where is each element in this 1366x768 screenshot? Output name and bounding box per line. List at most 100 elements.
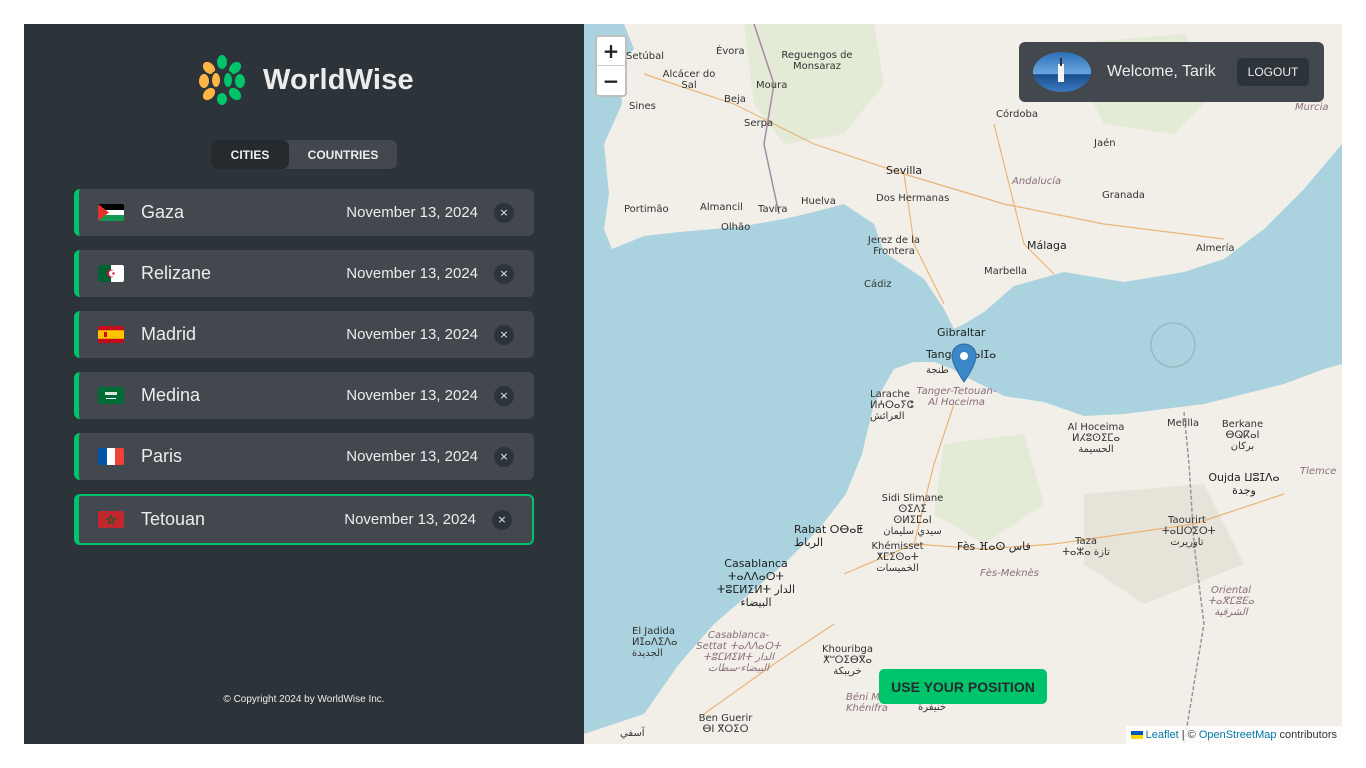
map-label: Taourirt ⵜⴰⵡⵔⵉⵔⵜ تاوريرت [1162, 515, 1216, 548]
france-flag-icon [98, 448, 124, 465]
algeria-flag-icon [98, 265, 124, 282]
map-label: Beja [724, 94, 746, 105]
map-label: Berkane ⴱⵕⴽⴰⵏ بركان [1221, 419, 1264, 452]
map[interactable]: + − Setúbal Alcácer do Sal Évora Regueng… [584, 24, 1342, 744]
delete-city-button[interactable]: × [492, 509, 512, 530]
osm-link[interactable]: OpenStreetMap [1199, 729, 1277, 741]
map-label: Almería [1196, 243, 1235, 254]
map-label: Jerez de la Frontera [867, 235, 921, 257]
map-label: Casablanca-Settat ⵜⴰⴷⴷⴰⵔⵜ ⵜⵓⵎⵍⵉⵍⵜ الدار … [696, 630, 781, 674]
map-label: El Jadida ⵍⵊⴰⴷⵉⴷⴰ الجديدة [632, 626, 678, 659]
map-label: Olhão [721, 222, 751, 233]
delete-city-button[interactable]: × [494, 385, 514, 406]
city-date: November 13, 2024 [346, 326, 478, 343]
worldwise-logo-icon [196, 53, 248, 107]
map-label: Al Hoceima ⵍⵃⵓⵙⵉⵎⴰ الحسيمة [1067, 422, 1125, 455]
map-marker-icon[interactable] [951, 343, 977, 383]
map-label: Ben Guerir ⴱⵏ ⴳⵔⵉⵔ [698, 713, 753, 735]
map-label: Tlemce [1300, 466, 1337, 477]
map-label: Portimão [624, 204, 669, 215]
city-name: Gaza [141, 202, 185, 222]
zoom-out-button[interactable]: − [597, 66, 625, 95]
attribution-separator: | © [1178, 729, 1199, 741]
city-list: Gaza November 13, 2024 × Relizane Novemb… [74, 189, 534, 559]
city-date: November 13, 2024 [346, 204, 478, 221]
map-label: Almancil [700, 202, 743, 213]
map-label: آسفي [620, 728, 645, 739]
map-label: Murcia [1295, 102, 1329, 113]
map-label: Alcácer do Sal [662, 69, 716, 91]
tab-cities[interactable]: CITIES [211, 140, 289, 169]
map-label: Sevilla [886, 164, 923, 177]
map-label: Oujda ⵡⵓⵊⴷⴰ وجدة [1208, 471, 1280, 497]
map-label: Taza ⵜⴰⵣⴰ تازة [1062, 536, 1110, 558]
city-name: Madrid [141, 324, 197, 344]
sidebar: WorldWise CITIES COUNTRIES Gaza November… [24, 24, 584, 744]
logout-button[interactable]: LOGOUT [1237, 58, 1309, 86]
spain-flag-icon [98, 326, 124, 343]
map-label: Córdoba [996, 109, 1038, 120]
map-label: Serpa [744, 118, 774, 129]
avatar [1033, 52, 1091, 92]
city-date: November 13, 2024 [344, 511, 476, 528]
delete-city-button[interactable]: × [494, 446, 514, 467]
map-label: Khémisset ⵅⵎⵉⵙⴰⵜ الخميسات [871, 541, 924, 574]
map-label: Oriental ⵜⴰⴳⵎⵓⴹⴰ الشرقية [1207, 585, 1255, 618]
city-item-tetouan[interactable]: Tetouan November 13, 2024 × [74, 494, 534, 545]
map-label: Setúbal [626, 51, 665, 62]
map-attribution: Leaflet | © OpenStreetMap contributors [1125, 726, 1342, 744]
delete-city-button[interactable]: × [494, 263, 514, 284]
map-label: Fès-Meknès [980, 568, 1039, 579]
logo[interactable]: WorldWise [195, 53, 414, 107]
app: WorldWise CITIES COUNTRIES Gaza November… [24, 24, 1342, 744]
saudi-flag-icon [98, 387, 124, 404]
map-label: Jaén [1094, 138, 1116, 149]
map-label: Casablanca ⵜⴰⴷⴷⴰⵔⵜ ⵜⵓⵎⵍⵉⵍⵜ الدار البيضاء [716, 557, 796, 609]
welcome-text: Welcome, Tarik [1107, 63, 1216, 80]
map-label: Melilla [1167, 418, 1200, 429]
delete-city-button[interactable]: × [494, 202, 514, 223]
map-label: Moura [756, 80, 788, 91]
tab-bar: CITIES COUNTRIES [211, 140, 397, 169]
city-name: Paris [141, 446, 183, 466]
city-name: Tetouan [141, 509, 206, 529]
map-label: Tavira [758, 204, 788, 215]
map-label: Marbella [984, 266, 1028, 277]
zoom-control: + − [595, 35, 627, 97]
delete-city-button[interactable]: × [494, 324, 514, 345]
map-label: Rabat ⵔⴱⴰⵟ الرباط [794, 523, 864, 549]
use-position-button[interactable]: USE YOUR POSITION [879, 669, 1047, 704]
map-label: Gibraltar [937, 326, 986, 339]
map-label: Cádiz [864, 279, 892, 290]
map-label: Andalucía [1012, 176, 1062, 187]
city-name: Relizane [141, 263, 212, 283]
city-item-gaza[interactable]: Gaza November 13, 2024 × [74, 189, 534, 236]
map-label: Granada [1102, 190, 1145, 201]
map-label: Málaga [1027, 239, 1067, 252]
map-label: Larache ⵍⵄⵔⴰⵢⵛ العرائش [870, 389, 914, 422]
map-label: Huelva [801, 196, 836, 207]
city-item-madrid[interactable]: Madrid November 13, 2024 × [74, 311, 534, 358]
ukraine-flag-icon [1130, 731, 1143, 739]
map-label: Sines [629, 101, 656, 112]
city-date: November 13, 2024 [346, 265, 478, 282]
user-panel: Welcome, Tarik LOGOUT [1019, 42, 1324, 102]
map-label: Évora [716, 46, 745, 57]
city-item-medina[interactable]: Medina November 13, 2024 × [74, 372, 534, 419]
tab-countries[interactable]: COUNTRIES [289, 140, 397, 169]
city-date: November 13, 2024 [346, 448, 478, 465]
morocco-flag-icon [98, 511, 124, 528]
map-label: Sidi Slimane ⵙⵉⴷⵉ ⵙⵍⵉⵎⴰⵏ سيدي سليمان [881, 493, 944, 537]
copyright: © Copyright 2024 by WorldWise Inc. [223, 694, 385, 705]
leaflet-link[interactable]: Leaflet [1146, 729, 1179, 741]
map-label: طنجة [926, 365, 949, 376]
map-label: Fès ⴼⴰⵙ فاس [957, 540, 1031, 553]
map-label: Reguengos de Monsaraz [781, 50, 853, 72]
map-label: Dos Hermanas [876, 193, 950, 204]
city-name: Medina [141, 385, 201, 405]
city-item-paris[interactable]: Paris November 13, 2024 × [74, 433, 534, 480]
city-item-relizane[interactable]: Relizane November 13, 2024 × [74, 250, 534, 297]
zoom-in-button[interactable]: + [597, 37, 625, 66]
city-date: November 13, 2024 [346, 387, 478, 404]
map-label: Khouribga ⵅⵯⵔⵉⴱⴳⴰ خريبكة [821, 644, 874, 677]
